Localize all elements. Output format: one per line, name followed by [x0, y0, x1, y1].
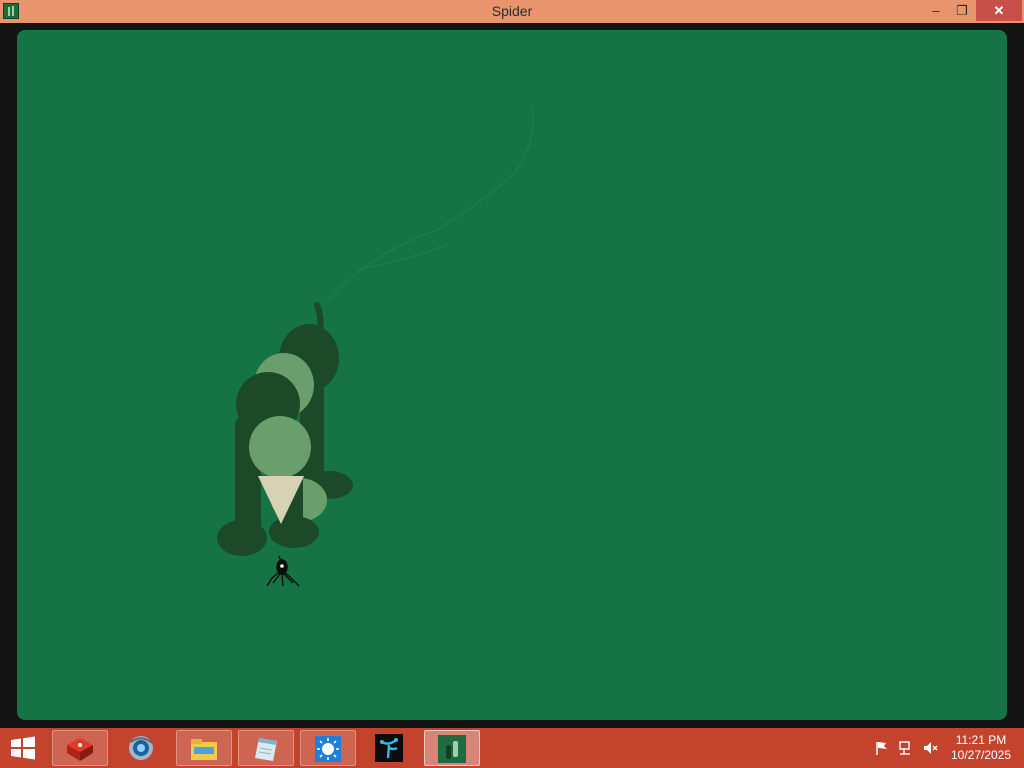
taskbar: 11:21 PM 10/27/2025 [0, 728, 1024, 768]
taskbar-item-file-explorer[interactable] [176, 730, 232, 766]
close-button[interactable]: ✕ [976, 0, 1022, 21]
taskbar-item-3d-box[interactable] [52, 730, 108, 766]
taskbar-item-tree[interactable] [362, 730, 418, 766]
folder-icon [191, 739, 217, 760]
maximize-button[interactable]: ❐ [950, 0, 974, 21]
elephant-creature [217, 302, 353, 556]
windows-logo-icon [11, 736, 35, 760]
spider-app-icon [438, 735, 466, 763]
volume-muted-icon[interactable] [922, 740, 938, 756]
elephant-front-foot-left [217, 520, 267, 556]
taskbar-item-notepad[interactable] [238, 730, 294, 766]
elephant-face [249, 416, 311, 478]
elephant-front-foot-right [269, 516, 319, 548]
clock-date: 10/27/2025 [950, 748, 1012, 762]
red-3d-box-icon [67, 738, 93, 761]
minimize-button[interactable]: – [924, 0, 948, 21]
taskbar-item-sun[interactable] [300, 730, 356, 766]
game-canvas[interactable] [17, 30, 1007, 720]
clock-time: 11:21 PM [955, 733, 1007, 747]
taskbar-item-spider[interactable] [424, 730, 480, 766]
sun-icon [315, 736, 341, 762]
globe-browser-icon [129, 736, 153, 760]
blue-tree-icon [375, 734, 403, 762]
network-icon[interactable] [898, 740, 914, 756]
notepad-icon [255, 738, 277, 761]
system-clock[interactable]: 11:21 PM 10/27/2025 [946, 733, 1016, 763]
window-titlebar[interactable]: Spider – ❐ ✕ [0, 0, 1024, 23]
taskbar-item-browser[interactable] [114, 730, 170, 766]
window-title: Spider [491, 3, 533, 19]
spider-sprite[interactable] [266, 555, 300, 587]
start-button[interactable] [8, 736, 38, 760]
web-strands [326, 104, 534, 301]
action-center-flag-icon[interactable] [874, 740, 890, 756]
